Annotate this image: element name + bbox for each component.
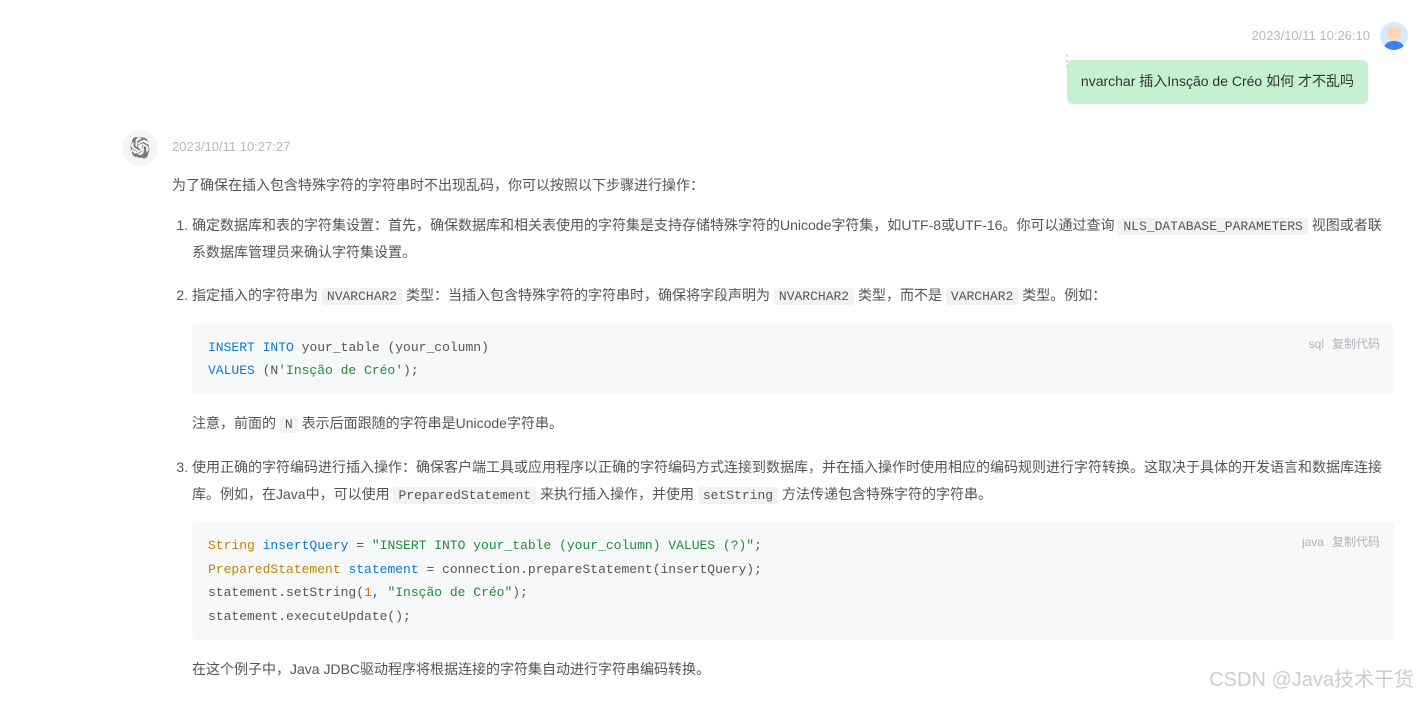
step-2: 指定插入的字符串为 NVARCHAR2 类型：当插入包含特殊字符的字符串时，确保… [192, 282, 1394, 438]
copy-code-button[interactable]: 复制代码 [1332, 334, 1380, 356]
assistant-timestamp: 2023/10/11 10:27:27 [172, 136, 1404, 158]
intro-paragraph: 为了确保在插入包含特殊字符的字符串时不出现乱码，你可以按照以下步骤进行操作： [172, 174, 1394, 198]
code-lang-label: sql [1309, 334, 1324, 356]
user-message-text: nvarchar 插入Insção de Créo 如何 才不乱吗 [1081, 73, 1354, 89]
inline-code: NVARCHAR2 [774, 288, 854, 305]
inline-code: NLS_DATABASE_PARAMETERS [1118, 218, 1307, 235]
user-timestamp: 2023/10/11 10:26:10 [1252, 25, 1370, 47]
code-block-sql: sql 复制代码 INSERT INTO your_table (your_co… [192, 324, 1394, 395]
inline-code: setString [698, 487, 778, 504]
inline-code: NVARCHAR2 [322, 288, 402, 305]
user-avatar[interactable] [1380, 22, 1408, 50]
step-3: 使用正确的字符编码进行插入操作：确保客户端工具或应用程序以正确的字符编码方式连接… [192, 454, 1394, 682]
code-block-java: java 复制代码 String insertQuery = "INSERT I… [192, 522, 1394, 640]
inline-code: PreparedStatement [393, 487, 536, 504]
openai-logo-icon [129, 137, 151, 159]
inline-code: N [280, 416, 298, 433]
assistant-message-body: 为了确保在插入包含特殊字符的字符串时不出现乱码，你可以按照以下步骤进行操作： 确… [172, 174, 1404, 701]
copy-code-button[interactable]: 复制代码 [1332, 532, 1380, 554]
step-1: 确定数据库和表的字符集设置：首先，确保数据库和相关表使用的字符集是支持存储特殊字… [192, 212, 1394, 266]
user-message-header: 2023/10/11 10:26:10 [0, 0, 1424, 54]
user-message-bubble: nvarchar 插入Insção de Créo 如何 才不乱吗 [1067, 60, 1368, 104]
inline-code: VARCHAR2 [946, 288, 1018, 305]
assistant-avatar [122, 130, 158, 166]
code-lang-label: java [1302, 532, 1324, 554]
